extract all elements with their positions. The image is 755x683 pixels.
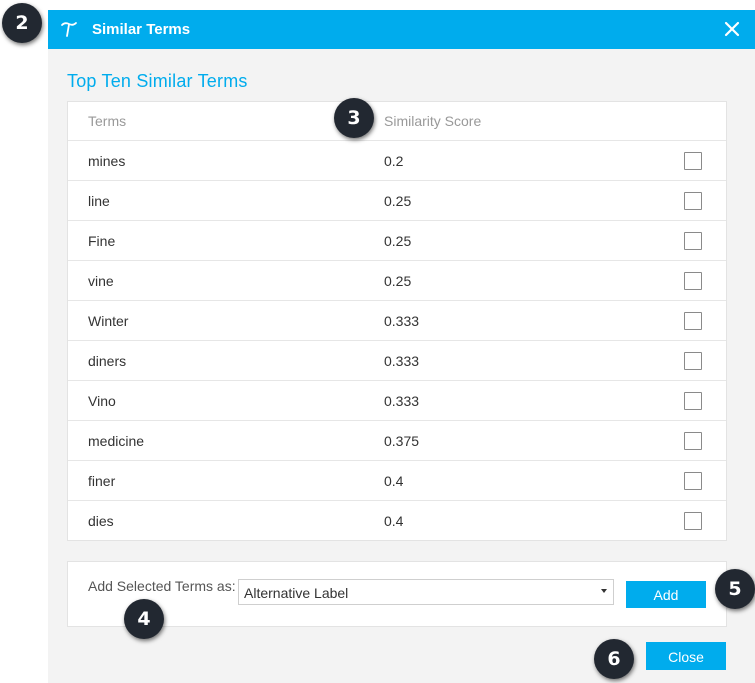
step-badge-6: 6 [594, 639, 634, 679]
column-header-score: Similarity Score [384, 113, 482, 129]
add-selected-label: Add Selected Terms as: [88, 578, 236, 594]
label-type-select[interactable]: Alternative Label [238, 579, 614, 605]
term-checkbox[interactable] [684, 511, 702, 530]
score-cell: 0.2 [384, 152, 404, 169]
table-row: Winter 0.333 [68, 301, 726, 341]
term-checkbox[interactable] [684, 271, 702, 290]
table-row: vine 0.25 [68, 261, 726, 301]
term-cell: mines [88, 152, 126, 169]
term-cell: dies [88, 512, 114, 529]
table-row: medicine 0.375 [68, 421, 726, 461]
table-row: Vino 0.333 [68, 381, 726, 421]
term-cell: Winter [88, 312, 129, 329]
score-cell: 0.4 [384, 512, 404, 529]
term-checkbox[interactable] [684, 231, 702, 250]
step-badge-5: 5 [715, 569, 755, 609]
term-cell: line [88, 192, 110, 209]
table-row: dies 0.4 [68, 501, 726, 540]
score-cell: 0.375 [384, 432, 420, 449]
term-cell: Vino [88, 392, 116, 409]
add-button[interactable]: Add [626, 581, 706, 608]
similar-terms-dialog: Similar Terms Top Ten Similar Terms Term… [48, 10, 755, 683]
score-cell: 0.25 [384, 272, 412, 289]
table-row: mines 0.2 [68, 141, 726, 181]
term-checkbox[interactable] [684, 311, 702, 330]
term-cell: diners [88, 352, 127, 369]
score-cell: 0.333 [384, 312, 420, 329]
score-cell: 0.333 [384, 352, 420, 369]
dialog-titlebar: Similar Terms [48, 10, 755, 49]
term-cell: Fine [88, 232, 116, 249]
step-badge-3: 3 [334, 98, 374, 138]
close-button[interactable]: Close [646, 642, 726, 670]
term-cell: vine [88, 272, 114, 289]
score-cell: 0.25 [384, 232, 412, 249]
term-cell: medicine [88, 432, 145, 449]
add-selected-panel: Add Selected Terms as: Alternative Label… [67, 561, 727, 627]
table-row: line 0.25 [68, 181, 726, 221]
similar-terms-table: Terms Similarity Score mines 0.2 line 0.25 F… [67, 101, 727, 541]
dropdown-arrow-icon [601, 589, 607, 593]
table-row: Fine 0.25 [68, 221, 726, 261]
term-checkbox[interactable] [684, 431, 702, 450]
section-title: Top Ten Similar Terms [67, 71, 248, 91]
term-checkbox[interactable] [684, 151, 702, 170]
term-checkbox[interactable] [684, 391, 702, 410]
score-cell: 0.4 [384, 472, 404, 489]
score-cell: 0.25 [384, 192, 412, 209]
table-row: diners 0.333 [68, 341, 726, 381]
close-icon[interactable] [721, 18, 743, 40]
table-header-row: Terms Similarity Score [68, 102, 726, 141]
term-checkbox[interactable] [684, 471, 702, 490]
term-cell: finer [88, 472, 116, 489]
tilde-t-icon [61, 22, 77, 37]
label-type-value: Alternative Label [244, 585, 349, 601]
term-checkbox[interactable] [684, 351, 702, 370]
term-checkbox[interactable] [684, 191, 702, 210]
score-cell: 0.333 [384, 392, 420, 409]
dialog-title: Similar Terms [92, 21, 191, 38]
step-badge-2: 2 [2, 3, 42, 43]
step-badge-4: 4 [124, 599, 164, 639]
table-row: finer 0.4 [68, 461, 726, 501]
